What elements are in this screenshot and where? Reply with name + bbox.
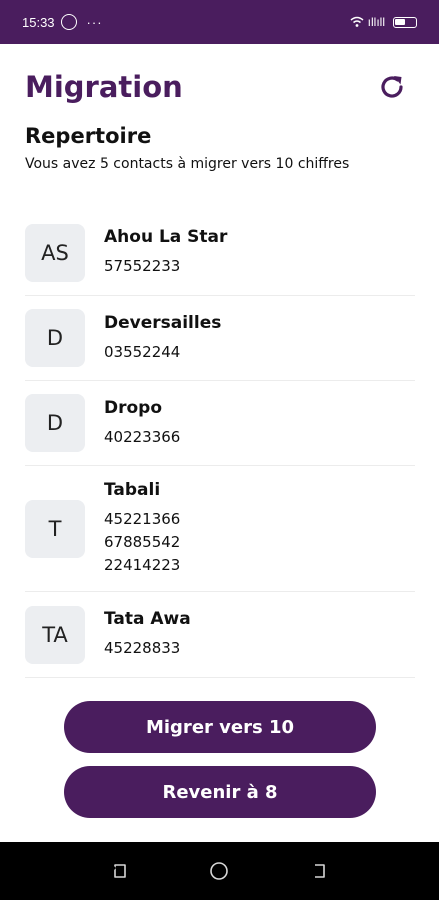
system-nav-bar [0,842,439,900]
section-subtitle: Vous avez 5 contacts à migrer vers 10 ch… [25,156,350,172]
back-icon [315,864,325,878]
recent-apps-icon [111,864,126,878]
section-title: Repertoire [25,124,152,148]
contact-phone: 03552244 [104,342,181,361]
migrate-button[interactable]: Migrer vers 10 [64,701,376,753]
status-bar: 15:33 ··· ıllıll [0,0,439,44]
contact-list: AS Ahou La Star 57552233 D Deversailles … [25,210,415,678]
contact-name: Deversailles [104,312,222,333]
refresh-button[interactable] [377,72,407,102]
home-button[interactable] [208,860,230,882]
avatar: TA [25,605,85,664]
contact-name: Dropo [104,397,163,418]
avatar: D [25,394,85,452]
revert-button[interactable]: Revenir à 8 [64,766,376,818]
contact-row[interactable]: AS Ahou La Star 57552233 [25,210,415,296]
contact-phone: 67885542 [104,533,181,551]
refresh-icon [381,76,403,98]
contact-row[interactable]: D Dropo 40223366 [25,381,415,466]
page-title: Migration [25,70,183,104]
more-notifications-icon: ··· [86,14,103,30]
contact-phone: 45221366 [104,510,181,528]
avatar: D [25,309,85,367]
signal-icon: ıllıll [367,15,385,29]
contact-phone: 57552233 [104,257,181,275]
contact-row[interactable]: T Tabali 45221366 67885542 22414223 [25,466,415,592]
header: Migration [25,70,415,110]
contact-phone: 22414223 [104,556,181,574]
contact-name: Tabali [104,480,161,500]
home-icon [210,862,229,880]
battery-icon [393,16,417,28]
contact-phone: 40223366 [104,427,181,446]
contact-name: Tata Awa [104,609,191,629]
avatar: T [25,499,85,558]
whatsapp-icon [60,14,77,30]
contact-row[interactable]: D Deversailles 03552244 [25,296,415,381]
recent-apps-button[interactable] [109,860,131,882]
avatar: AS [25,223,85,282]
back-button[interactable] [308,860,330,882]
contact-phone: 45228833 [104,639,181,657]
wifi-icon [350,16,364,27]
contact-name: Ahou La Star [104,227,228,247]
status-time: 15:33 [22,14,55,30]
contact-row[interactable]: TA Tata Awa 45228833 [25,592,415,678]
